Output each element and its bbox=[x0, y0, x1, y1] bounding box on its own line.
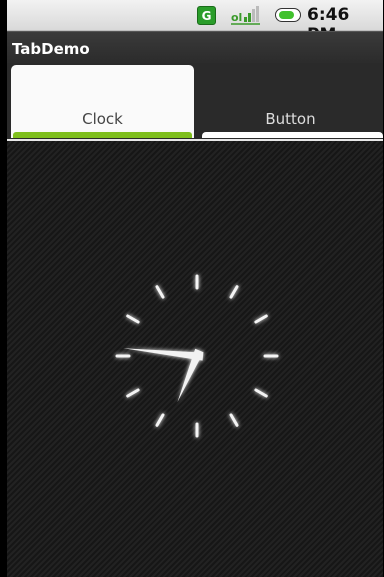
battery-icon bbox=[275, 8, 301, 22]
clock-hour-tick bbox=[229, 413, 239, 427]
clock-hour-tick bbox=[254, 388, 268, 398]
analog-clock bbox=[115, 274, 279, 438]
clock-hour-tick bbox=[254, 314, 268, 324]
clock-minute-hand bbox=[123, 348, 204, 361]
status-bar: G ol 6:46 PM bbox=[7, 0, 383, 45]
phone-screen: G ol 6:46 PM TabDemo Clock Button bbox=[7, 0, 383, 577]
clock-hour-tick bbox=[229, 285, 239, 299]
battery-level-fill bbox=[279, 11, 294, 19]
title-bar: TabDemo bbox=[7, 31, 383, 64]
tab-button[interactable]: Button bbox=[198, 65, 383, 138]
clock-hour-tick bbox=[126, 314, 140, 324]
signal-icon: ol bbox=[231, 6, 260, 25]
tab-content-clock bbox=[7, 141, 383, 577]
svg-text:ol: ol bbox=[231, 11, 242, 24]
tab-label: Clock bbox=[82, 110, 123, 128]
tab-strip: Clock Button bbox=[7, 63, 383, 140]
network-type-badge: G bbox=[197, 6, 216, 25]
tab-label: Button bbox=[265, 110, 316, 128]
tab-clock[interactable]: Clock bbox=[11, 65, 194, 138]
clock-hour-tick bbox=[155, 285, 165, 299]
tab-selected-indicator bbox=[13, 132, 192, 138]
clock-center-cap bbox=[192, 351, 202, 361]
app-title: TabDemo bbox=[12, 40, 90, 58]
tab-indicator bbox=[202, 132, 383, 138]
clock-hour-tick bbox=[155, 413, 165, 427]
clock-hour-tick bbox=[126, 388, 140, 398]
